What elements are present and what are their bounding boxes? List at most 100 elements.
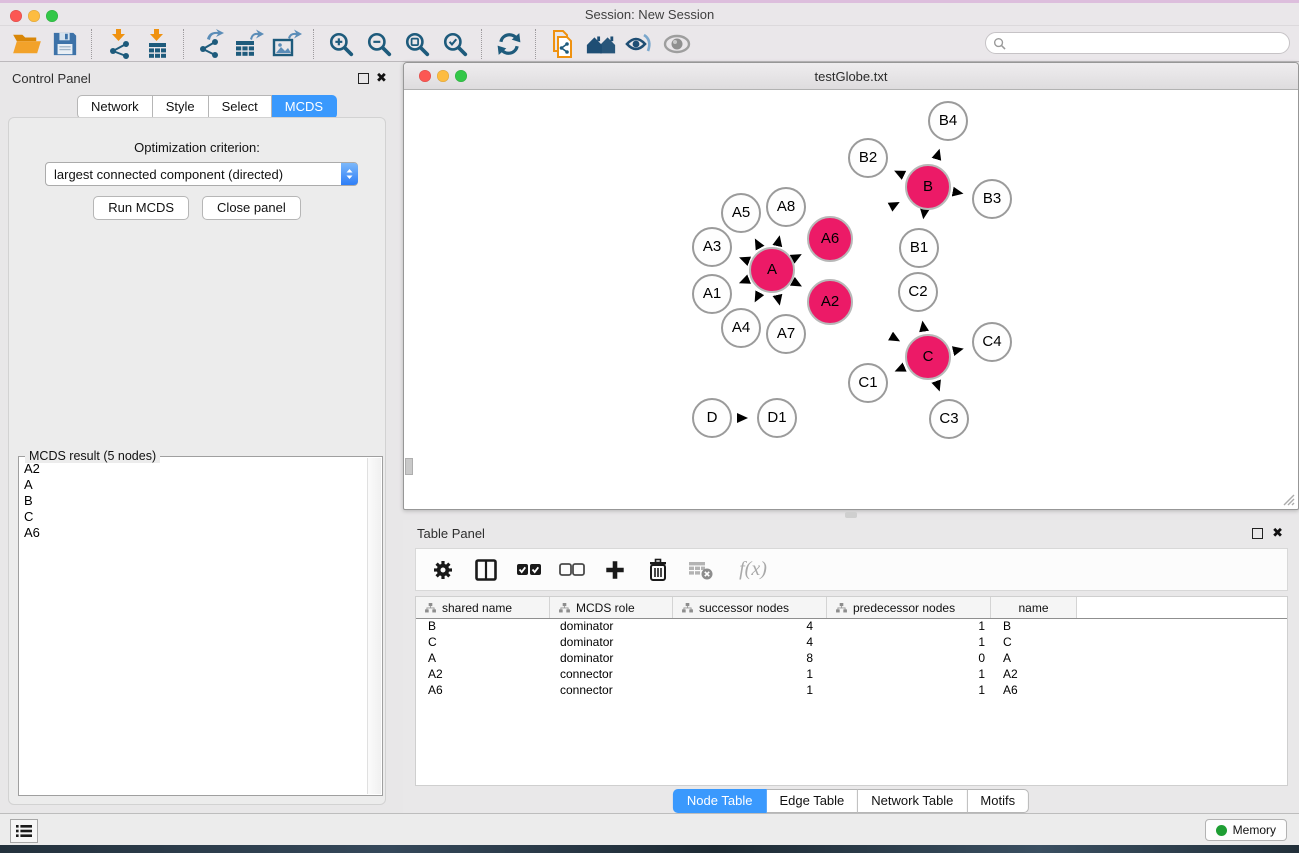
graph-edge-B-B2[interactable] — [895, 171, 906, 177]
zoom-selected-button[interactable] — [436, 28, 474, 60]
graph-node-B[interactable]: B — [905, 164, 951, 210]
graph-edge-C-C4[interactable] — [951, 349, 962, 352]
search-input[interactable] — [1006, 34, 1289, 52]
graph-edge-A-A6[interactable] — [793, 255, 801, 259]
home-button[interactable] — [582, 28, 620, 60]
mcds-result-list[interactable]: A2ABCA6 — [20, 461, 367, 794]
graph-node-A7[interactable]: A7 — [766, 314, 806, 354]
float-panel-icon[interactable] — [1252, 528, 1263, 539]
graph-node-D[interactable]: D — [692, 398, 732, 438]
mcds-result-item[interactable]: C — [24, 509, 367, 525]
tab-style[interactable]: Style — [153, 95, 209, 119]
birds-eye-view-button[interactable] — [658, 28, 696, 60]
function-builder-button[interactable]: f(x) — [727, 553, 779, 587]
graph-edge-B-B3[interactable] — [952, 191, 963, 193]
table-row[interactable]: Adominator80A — [416, 651, 1287, 667]
criterion-select[interactable]: largest connected component (directed) — [45, 162, 358, 186]
canvas-scrollbar-thumb[interactable] — [405, 458, 413, 475]
graph-edge-A-A2[interactable] — [793, 282, 801, 286]
resize-grip-icon[interactable] — [1282, 493, 1295, 506]
tab-network[interactable]: Network — [77, 95, 153, 119]
graph-node-D1[interactable]: D1 — [757, 398, 797, 438]
import-table-button[interactable] — [138, 28, 176, 60]
export-table-button[interactable] — [230, 28, 268, 60]
export-image-button[interactable] — [268, 28, 306, 60]
refresh-button[interactable] — [490, 28, 528, 60]
import-network-button[interactable] — [100, 28, 138, 60]
graph-node-B2[interactable]: B2 — [848, 138, 888, 178]
graph-node-C1[interactable]: C1 — [848, 363, 888, 403]
tab-edge-table[interactable]: Edge Table — [766, 789, 858, 813]
task-history-button[interactable] — [10, 819, 38, 843]
delete-table-button[interactable] — [684, 553, 718, 587]
tab-node-table[interactable]: Node Table — [673, 789, 767, 813]
graph-node-A[interactable]: A — [749, 247, 795, 293]
graph-node-C4[interactable]: C4 — [972, 322, 1012, 362]
graph-edge-A2-C[interactable] — [851, 314, 899, 341]
graph-node-A1[interactable]: A1 — [692, 274, 732, 314]
close-panel-icon[interactable]: ✖ — [376, 73, 387, 83]
tab-motifs[interactable]: Motifs — [967, 789, 1029, 813]
show-column-panel-button[interactable] — [469, 553, 503, 587]
graph-edge-A-A5[interactable] — [755, 239, 760, 249]
memory-button[interactable]: Memory — [1205, 819, 1287, 841]
close-panel-button[interactable]: Close panel — [202, 196, 301, 220]
table-row[interactable]: Cdominator41C — [416, 635, 1287, 651]
table-row[interactable]: Bdominator41B — [416, 619, 1287, 635]
export-network-button[interactable] — [192, 28, 230, 60]
graph-edge-B-B1[interactable] — [923, 211, 924, 219]
graph-node-B4[interactable]: B4 — [928, 101, 968, 141]
column-header-shared-name[interactable]: shared name — [416, 597, 550, 618]
graph-node-A8[interactable]: A8 — [766, 187, 806, 227]
graph-node-A2[interactable]: A2 — [807, 279, 853, 325]
graph-node-C2[interactable]: C2 — [898, 272, 938, 312]
search-box[interactable] — [985, 32, 1290, 54]
column-header-predecessor-nodes[interactable]: predecessor nodes — [827, 597, 991, 618]
table-settings-button[interactable] — [426, 553, 460, 587]
network-window-titlebar[interactable]: testGlobe.txt — [404, 63, 1298, 90]
graph-node-A6[interactable]: A6 — [807, 216, 853, 262]
float-panel-icon[interactable] — [358, 73, 369, 84]
save-session-button[interactable] — [46, 28, 84, 60]
delete-column-button[interactable] — [641, 553, 675, 587]
graph-node-A5[interactable]: A5 — [721, 193, 761, 233]
graph-edge-A-A4[interactable] — [755, 291, 761, 301]
select-all-columns-button[interactable] — [512, 553, 546, 587]
zoom-out-button[interactable] — [360, 28, 398, 60]
graph-node-C3[interactable]: C3 — [929, 399, 969, 439]
mcds-result-scrollbar[interactable] — [367, 458, 381, 794]
graph-node-A4[interactable]: A4 — [721, 308, 761, 348]
graph-node-B1[interactable]: B1 — [899, 228, 939, 268]
clone-network-button[interactable] — [544, 28, 582, 60]
graph-edge-A6-B[interactable] — [851, 202, 899, 227]
graph-node-A3[interactable]: A3 — [692, 227, 732, 267]
graph-edge-C-C3[interactable] — [936, 380, 940, 391]
mcds-result-item[interactable]: A6 — [24, 525, 367, 541]
deselect-all-columns-button[interactable] — [555, 553, 589, 587]
column-header-successor-nodes[interactable]: successor nodes — [673, 597, 827, 618]
graph-edge-B-B4[interactable] — [935, 150, 939, 164]
tab-network-table[interactable]: Network Table — [858, 789, 967, 813]
zoom-fit-button[interactable] — [398, 28, 436, 60]
graph-node-C[interactable]: C — [905, 334, 951, 380]
graph-edge-A-A1[interactable] — [740, 279, 750, 283]
graph-edge-A-A3[interactable] — [740, 258, 750, 262]
mcds-result-item[interactable]: B — [24, 493, 367, 509]
column-header-name[interactable]: name — [991, 597, 1077, 618]
close-panel-icon[interactable]: ✖ — [1272, 528, 1283, 538]
splitter-handle[interactable] — [845, 512, 857, 518]
column-header-mcds-role[interactable]: MCDS role — [550, 597, 673, 618]
toggle-graphics-details-button[interactable] — [620, 28, 658, 60]
open-file-button[interactable] — [8, 28, 46, 60]
mcds-result-item[interactable]: A — [24, 477, 367, 493]
run-mcds-button[interactable]: Run MCDS — [93, 196, 189, 220]
graph-edge-C-C1[interactable] — [896, 367, 906, 372]
create-column-button[interactable] — [598, 553, 632, 587]
graph-edge-A-A7[interactable] — [777, 293, 779, 304]
mcds-result-item[interactable]: A2 — [24, 461, 367, 477]
graph-node-B3[interactable]: B3 — [972, 179, 1012, 219]
zoom-in-button[interactable] — [322, 28, 360, 60]
tab-select[interactable]: Select — [209, 95, 272, 119]
network-canvas[interactable]: B4 B2 B B3 A8A5 A6 A3 B1 A C2 A1 A2 A4A7 C4 C C1 C3 D D1 — [405, 90, 1297, 508]
graph-edge-A-A8[interactable] — [777, 236, 779, 246]
